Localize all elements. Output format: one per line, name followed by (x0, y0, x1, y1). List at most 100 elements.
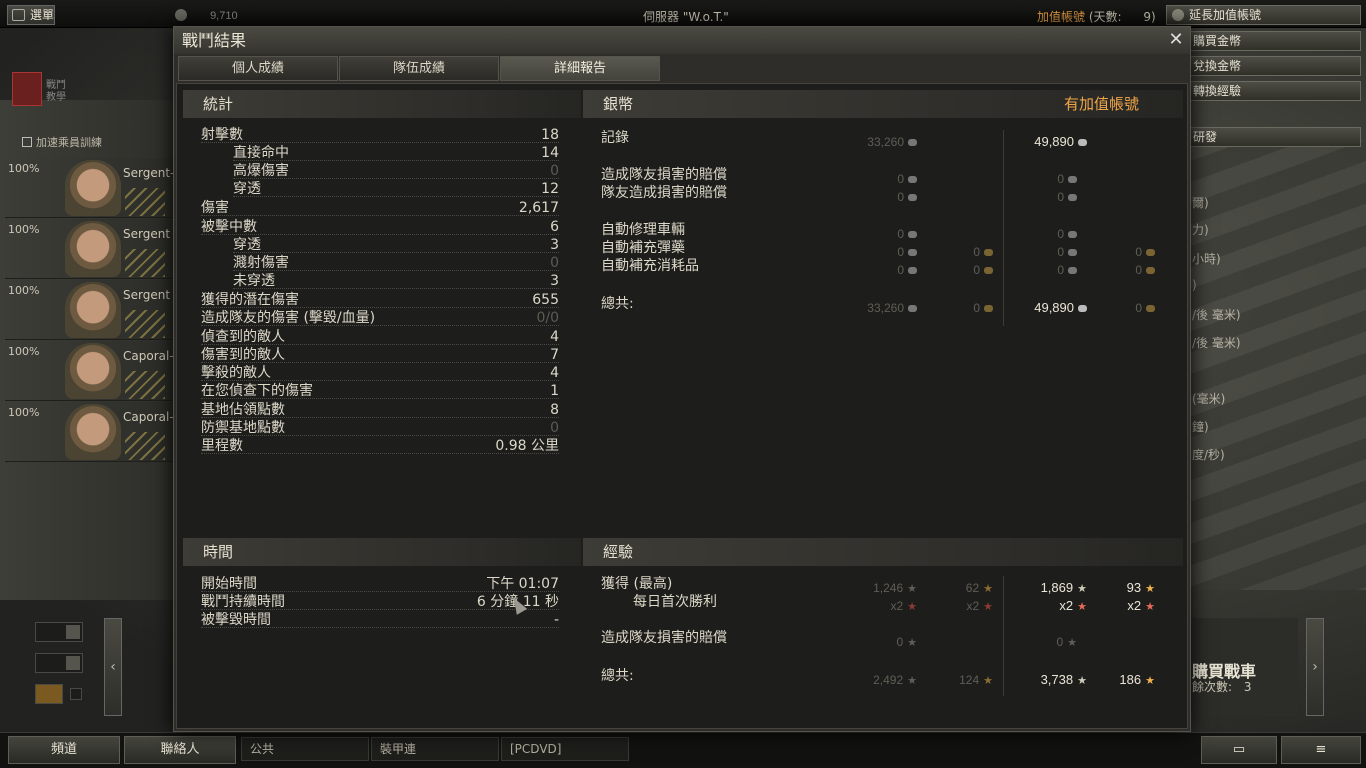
credits-coin-icon (908, 194, 917, 201)
tab-personal[interactable]: 個人成績 (178, 56, 338, 81)
credit-number: 33,260 (867, 301, 904, 315)
stat-value: 12 (541, 181, 559, 197)
credits-header: 銀幣 有加值帳號 (583, 90, 1183, 118)
accelerate-crew-training[interactable]: 加速乘員訓練 (10, 134, 102, 150)
notifications-button[interactable]: ≡ (1281, 736, 1361, 764)
chat-button[interactable]: ▭ (1201, 736, 1277, 764)
close-icon[interactable]: ✕ (1166, 29, 1186, 51)
stat-label: 在您偵查下的傷害 (201, 383, 313, 399)
buy-gold-label: 購買金幣 (1193, 34, 1242, 48)
exp-earned-prem: 1,869 ★ (1003, 579, 1087, 598)
crew-rank: Caporal- (123, 410, 174, 424)
gold-coin-icon (984, 249, 993, 256)
research-button[interactable]: 研發 (1190, 127, 1361, 147)
contacts-button[interactable]: 聯絡人 (124, 736, 236, 764)
credit-number: 0 (973, 301, 980, 315)
credit-number: 0 (897, 227, 904, 241)
crew-portrait (65, 404, 121, 460)
carousel-right-arrow[interactable]: › (1306, 618, 1324, 716)
carousel-checkbox[interactable] (70, 688, 82, 700)
exp-value: 62 (965, 581, 980, 595)
stat-row: 濺射傷害 0 (233, 254, 559, 272)
channels-button[interactable]: 頻道 (8, 736, 120, 764)
time-row: 開始時間 下午 01:07 (201, 575, 559, 593)
credit-value: 0 (993, 170, 1077, 188)
time-label: 被擊毀時間 (201, 612, 271, 628)
battle-results-dialog: 戰鬥結果 ✕ 個人成績 隊伍成績 詳細報告 統計 射擊數 18 直接命中 14 高爆傷害… (173, 26, 1191, 732)
chat-tab-company[interactable]: 裝甲連 (371, 737, 499, 761)
menu-button[interactable]: 選單 (7, 5, 55, 25)
crew-rank: Sergent- (123, 166, 175, 180)
credits-coin-icon (1068, 267, 1077, 274)
exp-daily-prem-free: x2 ★ (1083, 597, 1155, 616)
stat-value: 0 (550, 255, 559, 271)
stat-label: 傷害到的敵人 (201, 347, 285, 363)
time-label: 戰鬥持續時間 (201, 594, 285, 610)
stat-row: 未穿透 3 (233, 272, 559, 290)
stat-row: 獲得的潛在傷害 655 (201, 291, 559, 309)
exp-total-text: 總共: (601, 668, 634, 684)
globe-filter-dropdown[interactable] (35, 622, 83, 642)
battle-school-icon[interactable] (12, 72, 42, 106)
credit-label: 自動補充彈藥 (601, 240, 685, 256)
crew-member-card[interactable]: 100% Caporal- (5, 402, 175, 462)
tab-detailed-report[interactable]: 詳細報告 (500, 56, 660, 81)
crew-stripes (125, 310, 165, 338)
credit-value: 33,260 (833, 133, 917, 151)
exp-value: x2 (966, 599, 980, 613)
buy-gold-button[interactable]: 購買金幣 (1190, 31, 1361, 51)
tank-stat-fragment: 力) (1192, 223, 1209, 237)
exp-value: 0 (896, 635, 904, 649)
credit-label: 自動補充消耗品 (601, 258, 699, 274)
crew-member-card[interactable]: 100% Caporal- (5, 341, 175, 401)
credit-row: 自動補充消耗品 (601, 257, 821, 275)
accelerate-crew-checkbox[interactable] (22, 137, 32, 147)
carousel-filter-icon[interactable] (35, 684, 63, 704)
credit-number: 49,890 (1034, 300, 1074, 315)
credit-value: 0 (833, 261, 917, 279)
free-exp-star-icon: ★ (983, 583, 993, 595)
credit-value: 0 (993, 225, 1077, 243)
credit-label: 記錄 (601, 130, 629, 146)
tank-type-dropdown[interactable] (35, 653, 83, 673)
extend-premium-button[interactable]: 延長加值帳號 (1166, 5, 1361, 25)
gold-coin-icon (1146, 305, 1155, 312)
premium-star-icon (1172, 9, 1184, 21)
credits-coin-icon (908, 249, 917, 256)
crew-member-card[interactable]: 100% Sergent (5, 280, 175, 340)
convert-exp-button[interactable]: 轉換經驗 (1190, 81, 1361, 101)
gold-coin-icon (984, 267, 993, 274)
crew-portrait (65, 160, 121, 216)
menu-icon (12, 9, 25, 21)
exp-value: 2,492 (873, 673, 904, 687)
credits-coin-icon (1068, 249, 1077, 256)
gold-coin-icon (1146, 249, 1155, 256)
time-value: - (553, 612, 559, 628)
crew-skill-pct: 100% (8, 345, 40, 358)
exp-total-std-free: 124 ★ (921, 671, 993, 690)
credit-number: 0 (897, 263, 904, 277)
stat-row: 直接命中 14 (233, 144, 559, 162)
stat-label: 擊殺的敵人 (201, 365, 271, 381)
stat-value: 0/0 (536, 310, 559, 326)
chat-tab-clan[interactable]: [PCDVD] (501, 737, 629, 761)
crew-member-card[interactable]: 100% Sergent- (5, 158, 175, 218)
stat-label: 基地佔領點數 (201, 402, 285, 418)
dialog-body: 統計 射擊數 18 直接命中 14 高爆傷害 0 穿透 12 傷害 2,617 被擊中數 6 穿透 3 濺射… (176, 83, 1188, 729)
hangar-tank-view (1190, 140, 1366, 590)
carousel-left-arrow[interactable]: ‹ (104, 618, 122, 716)
stat-row: 偵查到的敵人 4 (201, 328, 559, 346)
tank-stat-fragment: /後 毫米) (1192, 336, 1241, 350)
credit-number: 0 (973, 245, 980, 259)
crew-member-card[interactable]: 100% Sergent (5, 219, 175, 279)
tab-team[interactable]: 隊伍成績 (339, 56, 499, 81)
stats-header: 統計 (183, 90, 581, 118)
chat-tab-public[interactable]: 公共 (241, 737, 369, 761)
premium-days-label: (天數: (1088, 10, 1122, 24)
exchange-gold-button[interactable]: 兌換金幣 (1190, 56, 1361, 76)
experience-title: 經驗 (603, 543, 634, 561)
credit-number: 0 (973, 263, 980, 277)
premium-status: 加值帳號 (天數: 9) (1037, 8, 1156, 25)
stat-value: 2,617 (518, 200, 559, 216)
buy-tank-slot[interactable]: 購買戰車 餘次數: 3 (1190, 618, 1298, 716)
